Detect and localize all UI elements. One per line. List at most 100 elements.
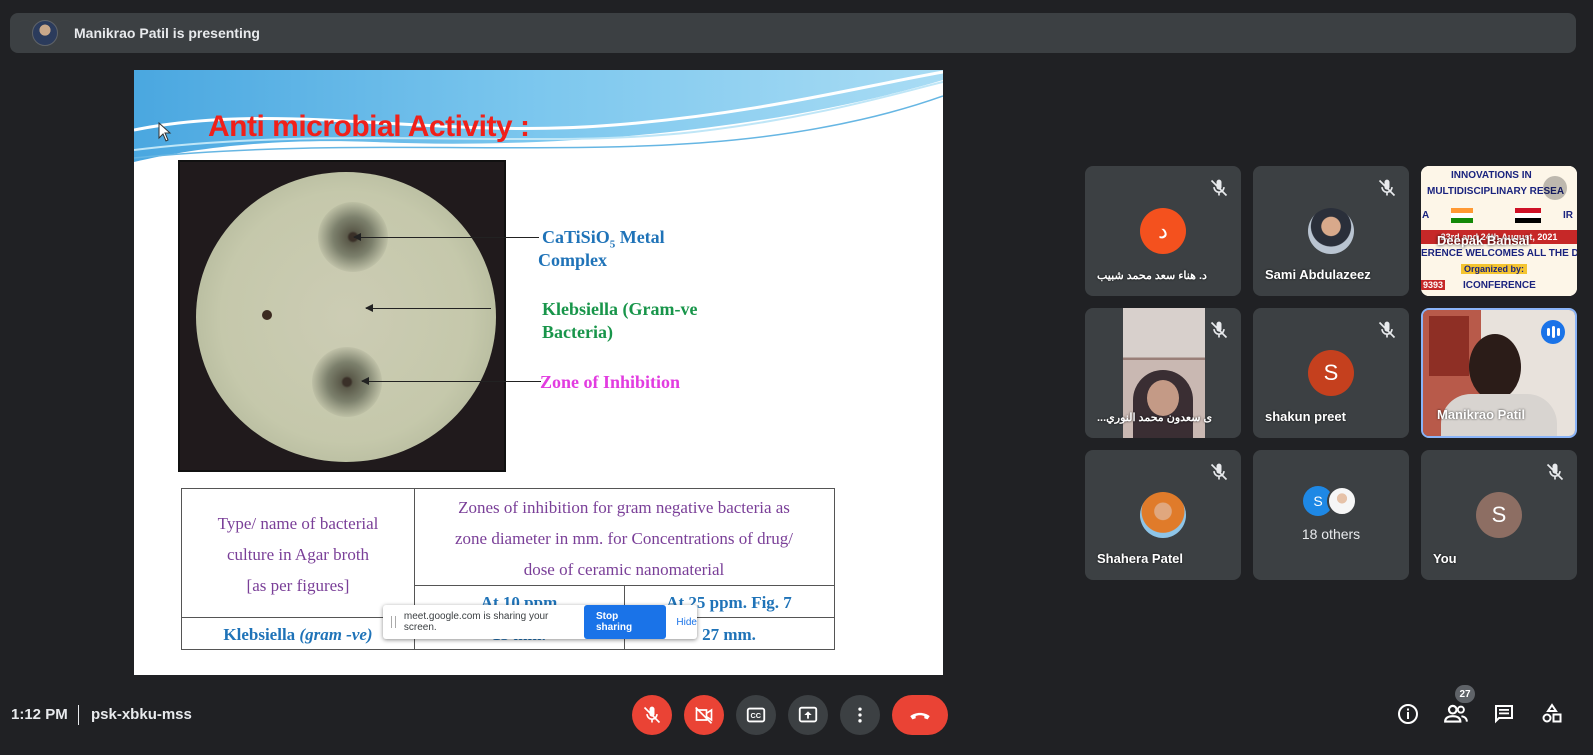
mic-off-icon xyxy=(1210,321,1228,339)
shared-screen-slide: Anti microbial Activity : CaTiSiO5 Metal… xyxy=(134,70,943,675)
table-header-type-line1: Type/ name of bacterial xyxy=(217,514,379,533)
captions-icon: CC xyxy=(746,707,766,723)
presenter-avatar xyxy=(32,20,58,46)
overlay-mic-icon xyxy=(1543,176,1567,200)
participant-tile[interactable]: INNOVATIONS IN MULTIDISCIPLINARY RESEA A… xyxy=(1421,166,1577,296)
chat-button[interactable] xyxy=(1488,698,1520,730)
label-metal-word: Metal xyxy=(615,227,665,247)
avatar xyxy=(1308,208,1354,254)
avatar xyxy=(1140,492,1186,538)
participant-name: ...ى سعدون محمد النوري xyxy=(1097,412,1213,424)
others-count-label: 18 others xyxy=(1301,526,1361,542)
participant-name: shakun preet xyxy=(1265,409,1346,424)
participant-name: Manikrao Patil xyxy=(1437,407,1526,422)
drag-handle-icon[interactable] xyxy=(391,616,396,628)
label-zone-of-inhibition: Zone of Inhibition xyxy=(540,372,681,392)
mic-off-icon xyxy=(1210,179,1228,197)
present-screen-icon xyxy=(798,706,818,723)
table-header-zones-line2: zone diameter in mm. for Concentrations … xyxy=(454,529,794,548)
person-head xyxy=(1469,334,1521,400)
presenting-text: Manikrao Patil is presenting xyxy=(74,25,260,41)
inhibition-zone-bottom xyxy=(312,347,382,417)
label-klebsiella-line1: Klebsiella (Gram-ve xyxy=(542,299,698,319)
table-header-type-line3: [as per figures] xyxy=(246,576,350,595)
speaking-indicator-icon xyxy=(1541,320,1565,344)
label-klebsiella-line2: Bacteria) xyxy=(542,322,613,342)
mouse-cursor-icon xyxy=(158,122,172,142)
stop-sharing-button[interactable]: Stop sharing xyxy=(584,605,667,639)
others-tile[interactable]: S 18 others xyxy=(1253,450,1409,580)
more-options-button[interactable] xyxy=(840,695,880,735)
participant-name: د. هناء سعد محمد شبيب xyxy=(1097,270,1207,282)
banner-brand: ICONFERENCE xyxy=(1463,280,1536,291)
people-icon xyxy=(1444,704,1468,723)
participant-name: Sami Abdulazeez xyxy=(1265,267,1371,282)
label-complex: Complex xyxy=(538,250,607,270)
participant-name: Shahera Patel xyxy=(1097,551,1183,566)
table-row-name: Klebsiella xyxy=(223,625,296,644)
table-header-zones-line1: Zones of inhibition for gram negative ba… xyxy=(458,498,790,517)
mic-off-icon xyxy=(1546,463,1564,481)
screen-share-notification: meet.google.com is sharing your screen. … xyxy=(383,605,697,639)
banner-num: 9393 xyxy=(1421,280,1446,290)
meeting-details-button[interactable] xyxy=(1392,698,1424,730)
avatar: د xyxy=(1140,208,1186,254)
participant-name: Deepak Bansal xyxy=(1437,233,1530,248)
avatar xyxy=(1327,486,1357,516)
participant-tile-active-speaker[interactable]: Manikrao Patil xyxy=(1421,308,1577,438)
table-row-name-suffix: (gram -ve) xyxy=(299,625,373,644)
presenting-bar: Manikrao Patil is presenting xyxy=(10,13,1576,53)
share-notice-text: meet.google.com is sharing your screen. xyxy=(403,611,549,633)
participant-tile[interactable]: S shakun preet xyxy=(1253,308,1409,438)
mic-off-icon xyxy=(643,706,661,724)
meeting-code: psk-xbku-mss xyxy=(91,706,192,723)
more-vert-icon xyxy=(858,707,862,723)
arrow-zone xyxy=(361,377,541,385)
activities-shapes-icon xyxy=(1542,703,1562,723)
participant-tile[interactable]: ...ى سعدون محمد النوري xyxy=(1085,308,1241,438)
leave-call-button[interactable] xyxy=(892,695,948,735)
mic-toggle-button[interactable] xyxy=(632,695,672,735)
present-now-button[interactable] xyxy=(788,695,828,735)
captions-button[interactable]: CC xyxy=(736,695,776,735)
banner-right-letter: IR xyxy=(1563,210,1573,221)
petri-dish-photo xyxy=(178,160,506,472)
table-header-zones: Zones of inhibition for gram negative ba… xyxy=(414,492,834,585)
mic-off-icon xyxy=(1378,321,1396,339)
mic-off-icon xyxy=(1378,179,1396,197)
svg-text:CC: CC xyxy=(751,711,762,720)
chat-icon xyxy=(1495,705,1513,724)
activities-button[interactable] xyxy=(1536,698,1568,730)
participant-tile[interactable]: د د. هناء سعد محمد شبيب xyxy=(1085,166,1241,296)
table-header-type: Type/ name of bacterial culture in Agar … xyxy=(182,508,414,601)
table-row-klebsiella: Klebsiella (gram -ve) xyxy=(182,625,414,645)
banner-line1: INNOVATIONS IN xyxy=(1451,170,1532,181)
avatar-stack: S xyxy=(1303,486,1363,516)
participants-count-badge: 27 xyxy=(1455,685,1475,703)
label-metal-formula: CaTiSiO xyxy=(542,227,610,247)
meeting-controls-bar: 1:12 PM psk-xbku-mss CC 27 xyxy=(0,685,1593,740)
slide-title: Anti microbial Activity : xyxy=(208,110,530,143)
camera-toggle-button[interactable] xyxy=(684,695,724,735)
mic-off-icon xyxy=(1210,463,1228,481)
info-icon xyxy=(1398,704,1418,724)
table-header-zones-line3: dose of ceramic nanomaterial xyxy=(523,560,725,579)
hide-button[interactable]: Hide xyxy=(676,617,697,628)
flag-india xyxy=(1451,208,1473,223)
avatar: S xyxy=(1476,492,1522,538)
divider xyxy=(78,705,79,725)
participant-tile[interactable]: Sami Abdulazeez xyxy=(1253,166,1409,296)
table-header-type-line2: culture in Agar broth xyxy=(226,545,370,564)
meeting-time: 1:12 PM xyxy=(11,706,68,723)
camera-off-icon xyxy=(695,706,713,724)
banner-org: Organized by: xyxy=(1461,264,1528,274)
arrow-metal-complex xyxy=(353,233,539,241)
banner-left-letter: A xyxy=(1422,210,1430,221)
avatar: S xyxy=(1308,350,1354,396)
self-tile[interactable]: S You xyxy=(1421,450,1577,580)
hangup-phone-icon xyxy=(910,712,930,720)
flag-iraq xyxy=(1515,208,1541,223)
participant-tile[interactable]: Shahera Patel xyxy=(1085,450,1241,580)
arrow-klebsiella xyxy=(365,304,491,312)
wall-poster xyxy=(1429,316,1469,376)
